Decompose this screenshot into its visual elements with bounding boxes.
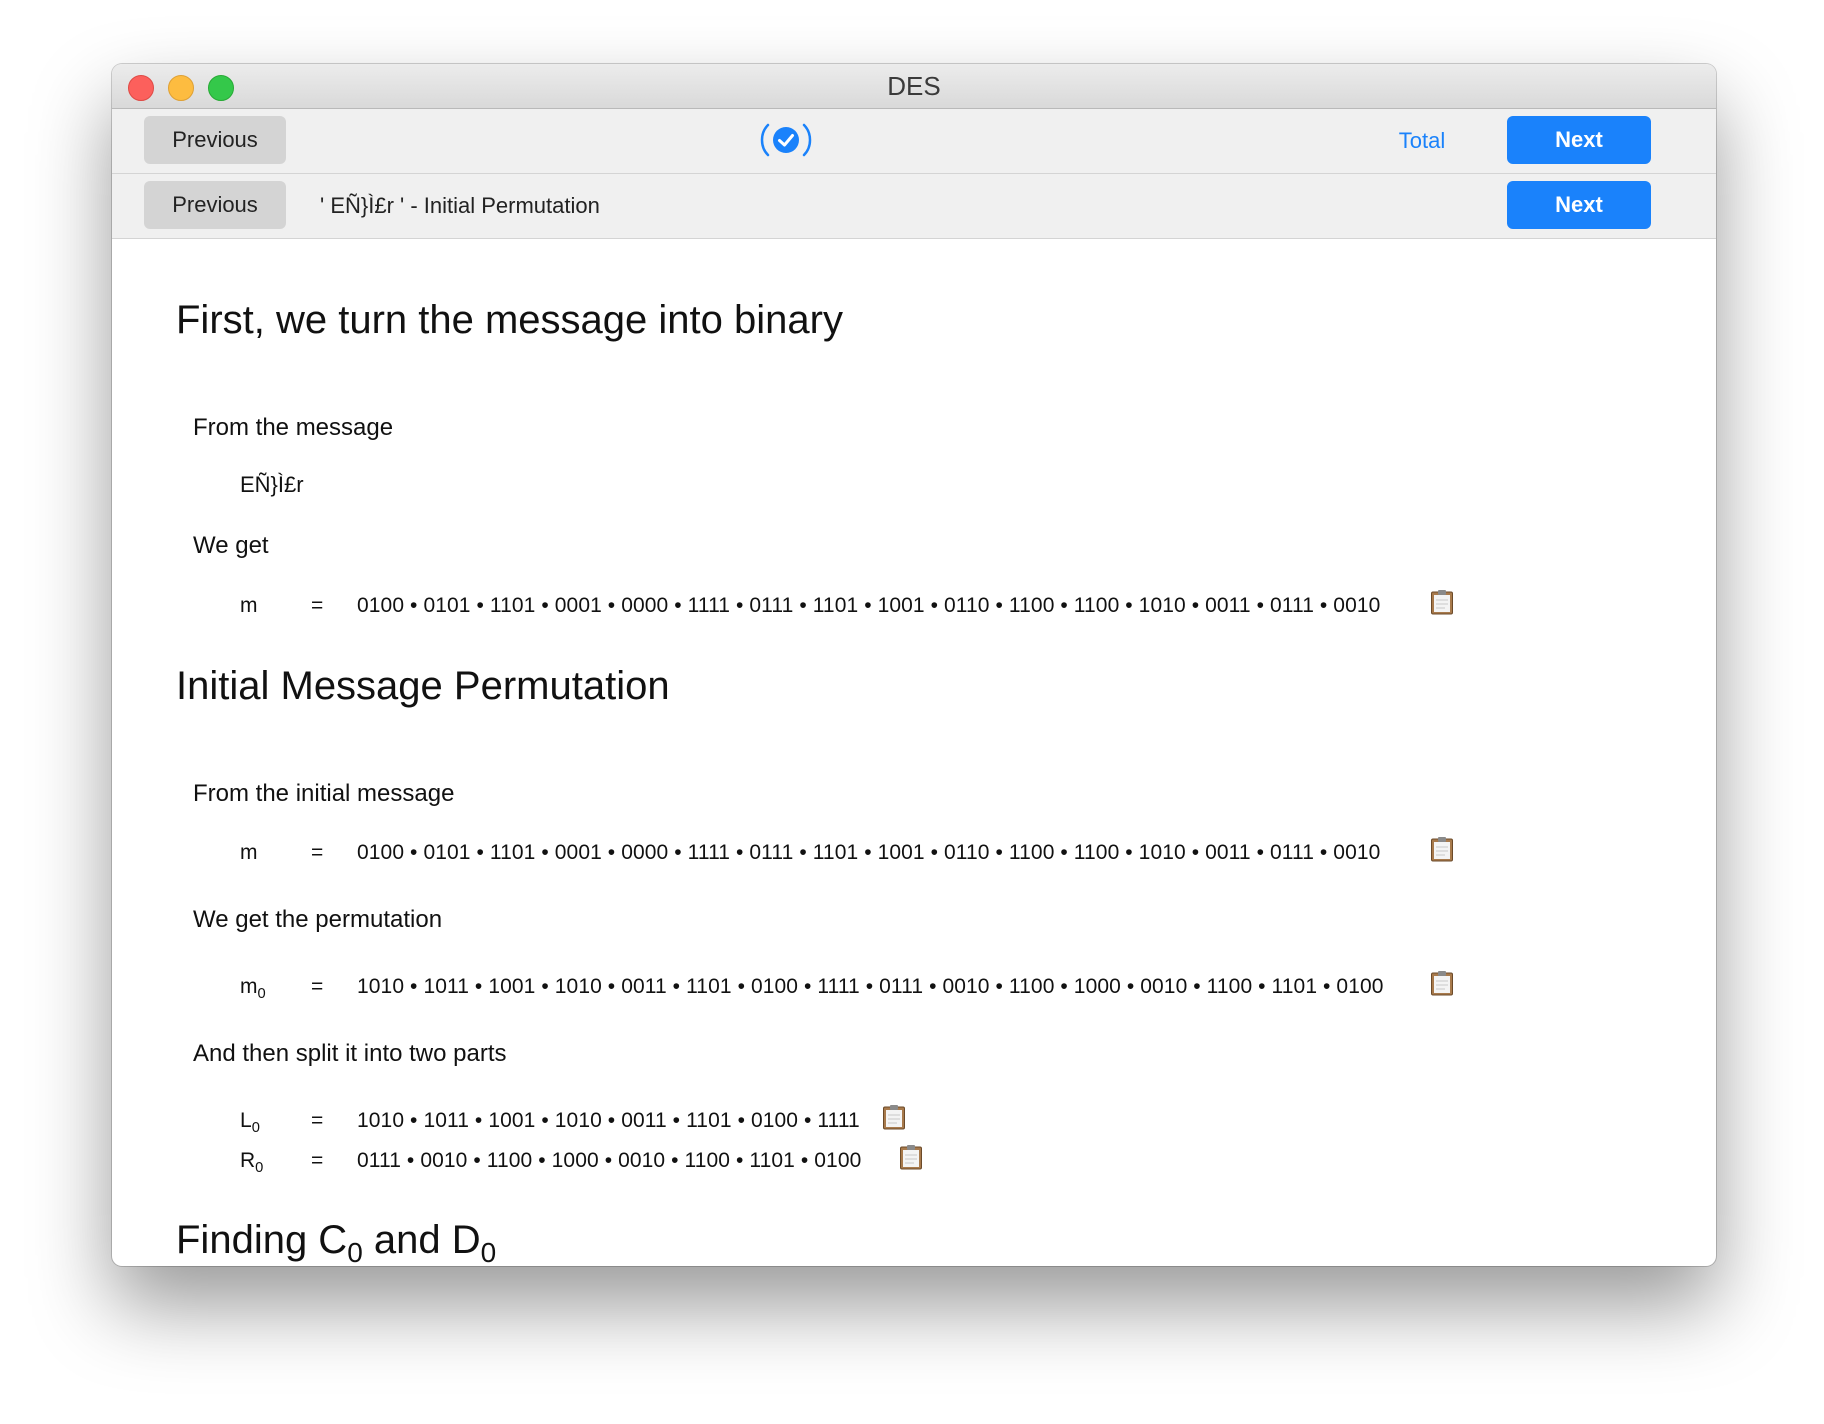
r0-variable-label: R0	[240, 1149, 264, 1177]
equals-sign: =	[311, 594, 324, 617]
clipboard-icon[interactable]	[1430, 589, 1454, 615]
l0-variable-label: L0	[240, 1109, 260, 1137]
section-heading-binary: First, we turn the message into binary	[176, 298, 843, 342]
step-title: ' EÑ}Ì£r ' - Initial Permutation	[320, 193, 600, 218]
window-title: DES	[887, 71, 941, 101]
checkmark-circle-icon[interactable]	[756, 121, 816, 159]
section-heading-permutation: Initial Message Permutation	[176, 664, 670, 708]
binary-value-l0: 1010 • 1011 • 1001 • 1010 • 0011 • 1101 …	[357, 1109, 860, 1132]
clipboard-icon[interactable]	[882, 1104, 906, 1130]
equals-sign: =	[311, 841, 324, 864]
binary-value-m: 0100 • 0101 • 1101 • 0001 • 0000 • 1111 …	[357, 841, 1381, 864]
binary-value-m: 0100 • 0101 • 1101 • 0001 • 0000 • 1111 …	[357, 594, 1381, 617]
content-area[interactable]: First, we turn the message into binary F…	[112, 239, 1716, 1266]
main-toolbar: Previous Total Next	[112, 109, 1716, 174]
title-bar: DES	[112, 64, 1716, 109]
split-label: And then split it into two parts	[193, 1040, 507, 1067]
m0-variable-label: m0	[240, 975, 266, 1003]
clipboard-icon[interactable]	[1430, 836, 1454, 862]
equals-sign: =	[311, 1149, 324, 1172]
equals-sign: =	[311, 975, 324, 998]
previous-section-button[interactable]: Previous	[144, 116, 286, 164]
binary-value-r0: 0111 • 0010 • 1100 • 1000 • 0010 • 1100 …	[357, 1149, 862, 1172]
clipboard-icon[interactable]	[899, 1144, 923, 1170]
clipboard-icon[interactable]	[1430, 970, 1454, 996]
step-toolbar: Previous ' EÑ}Ì£r ' - Initial Permutatio…	[112, 174, 1716, 239]
we-get-label: We get	[193, 532, 269, 559]
m-variable-label: m	[240, 594, 258, 617]
section-heading-c0-d0: Finding C0 and D0	[176, 1218, 497, 1266]
from-initial-message-label: From the initial message	[193, 780, 455, 807]
we-get-permutation-label: We get the permutation	[193, 906, 443, 933]
next-section-button[interactable]: Next	[1507, 116, 1651, 164]
m-variable-label: m	[240, 841, 258, 864]
from-message-label: From the message	[193, 414, 394, 441]
binary-value-m0: 1010 • 1011 • 1001 • 1010 • 0011 • 1101 …	[357, 975, 1384, 998]
next-step-button[interactable]: Next	[1507, 181, 1651, 229]
total-link[interactable]: Total	[1352, 109, 1492, 173]
message-text: EÑ}Ì£r	[240, 472, 304, 497]
equals-sign: =	[311, 1109, 324, 1132]
app-window: DES Previous Total Next Previous ' EÑ}Ì£…	[112, 64, 1716, 1266]
previous-step-button[interactable]: Previous	[144, 181, 286, 229]
